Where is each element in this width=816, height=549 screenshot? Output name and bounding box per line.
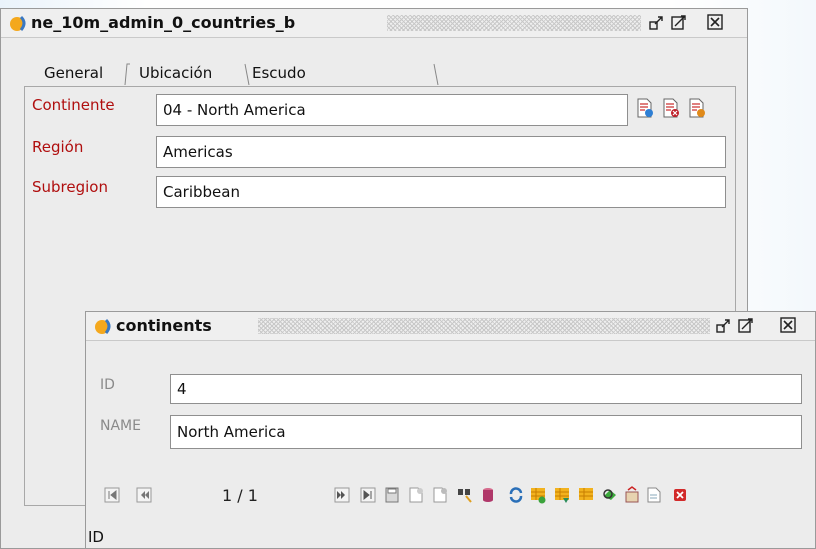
edit-record-icon[interactable]	[688, 98, 706, 118]
filter-icon[interactable]	[456, 486, 472, 504]
region-field[interactable]: Americas	[156, 136, 726, 168]
new-record-icon[interactable]	[408, 486, 424, 504]
region-label: Región	[32, 138, 84, 156]
gvsig-logo-icon	[10, 15, 26, 31]
last-record-icon[interactable]	[360, 486, 376, 504]
title-bar-grip	[387, 15, 641, 31]
window-title: ne_10m_admin_0_countries_b	[31, 13, 304, 32]
zoom-to-feature-icon[interactable]	[602, 486, 618, 504]
table-icon[interactable]	[578, 486, 594, 504]
unlink-record-icon[interactable]	[662, 98, 680, 118]
maximize-icon[interactable]	[671, 14, 687, 30]
minimize-icon[interactable]	[649, 14, 665, 30]
close-form-icon[interactable]	[672, 486, 688, 504]
status-text: ID	[88, 528, 104, 546]
tab-general[interactable]: General	[38, 61, 109, 85]
tab-separator	[433, 63, 439, 85]
first-record-icon[interactable]	[104, 486, 120, 504]
save-icon[interactable]	[384, 486, 400, 504]
link-record-icon[interactable]	[636, 98, 654, 118]
add-to-selection-icon[interactable]	[530, 486, 546, 504]
close-icon[interactable]	[780, 317, 796, 333]
continents-title-bar[interactable]: continents	[86, 312, 815, 341]
maximize-icon[interactable]	[738, 317, 754, 333]
gvsig-logo-icon	[95, 318, 111, 334]
export-icon[interactable]	[624, 486, 640, 504]
delete-record-icon[interactable]	[432, 486, 448, 504]
name-label: NAME	[100, 418, 141, 434]
refresh-icon[interactable]	[508, 486, 524, 504]
tab-ubicacion[interactable]: Ubicación	[133, 61, 219, 85]
tab-escudo-de-armas[interactable]: Escudo de armas	[246, 61, 312, 130]
select-table-icon[interactable]	[554, 486, 570, 504]
continente-field[interactable]: 04 - North America	[156, 94, 628, 126]
report-icon[interactable]	[646, 486, 662, 504]
continente-label: Continente	[32, 96, 115, 114]
title-bar-grip	[258, 318, 710, 334]
close-icon[interactable]	[707, 14, 723, 30]
next-record-icon[interactable]	[334, 486, 350, 504]
countries-title-bar[interactable]: ne_10m_admin_0_countries_b	[1, 9, 747, 38]
minimize-icon[interactable]	[716, 317, 732, 333]
id-label: ID	[100, 377, 115, 393]
database-icon[interactable]	[480, 486, 496, 504]
record-counter: 1 / 1	[222, 486, 258, 505]
previous-record-icon[interactable]	[136, 486, 152, 504]
window-title: continents	[116, 316, 220, 335]
name-field[interactable]: North America	[170, 415, 802, 449]
id-field[interactable]: 4	[170, 374, 802, 404]
subregion-label: Subregion	[32, 178, 108, 196]
subregion-field[interactable]: Caribbean	[156, 176, 726, 208]
